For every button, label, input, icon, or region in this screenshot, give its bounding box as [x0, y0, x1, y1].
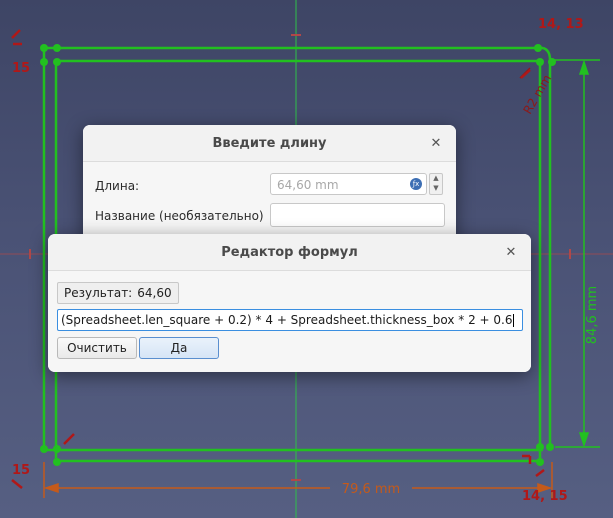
- formula-text: (Spreadsheet.len_square + 0.2) * 4 + Spr…: [61, 313, 513, 327]
- close-icon[interactable]: ✕: [426, 133, 446, 153]
- corner-arc[interactable]: [542, 46, 552, 61]
- result-label: Результат:: [64, 286, 133, 300]
- formula-editor-dialog: Редактор формул ✕ Результат: 64,60 (Spre…: [48, 234, 531, 372]
- dimension-bottom-label[interactable]: 79,6 mm: [342, 482, 400, 497]
- length-label: Длина:: [95, 179, 140, 193]
- formula-dialog-title: Редактор формул: [221, 244, 358, 260]
- result-display: Результат: 64,60: [57, 282, 179, 304]
- ok-button[interactable]: Да: [139, 337, 219, 359]
- constraint-label-top-left[interactable]: 15: [12, 61, 30, 76]
- formula-dialog-body: Результат: 64,60 (Spreadsheet.len_square…: [48, 271, 531, 372]
- formula-input[interactable]: (Spreadsheet.len_square + 0.2) * 4 + Spr…: [57, 309, 523, 331]
- name-label: Название (необязательно): [95, 209, 264, 223]
- result-value: 64,60: [137, 286, 172, 300]
- constraint-label-bottom-right[interactable]: 14, 15: [522, 489, 568, 504]
- constraint-icon-top-left[interactable]: [11, 29, 22, 46]
- formula-dialog-titlebar[interactable]: Редактор формул ✕: [48, 234, 531, 271]
- dimension-right-label[interactable]: 84,6 mm: [585, 286, 600, 344]
- clear-button[interactable]: Очистить: [57, 337, 137, 359]
- length-input[interactable]: 64,60 mm ƒx: [270, 173, 427, 195]
- length-input-value: 64,60 mm: [277, 178, 339, 192]
- length-dialog-titlebar[interactable]: Введите длину ✕: [83, 125, 456, 162]
- name-input[interactable]: [270, 203, 445, 227]
- text-caret: [512, 314, 514, 327]
- spin-up-icon[interactable]: ▲: [430, 174, 442, 184]
- close-icon[interactable]: ✕: [501, 242, 521, 262]
- constraint-icon-top-right[interactable]: [520, 69, 531, 79]
- expression-icon[interactable]: ƒx: [410, 178, 422, 190]
- constraint-label-bottom-left[interactable]: 15: [12, 463, 30, 478]
- constraint-label-top-right[interactable]: 14, 13: [538, 17, 584, 32]
- spin-down-icon[interactable]: ▼: [430, 184, 442, 194]
- length-dialog-title: Введите длину: [212, 135, 327, 151]
- length-spinner[interactable]: ▲ ▼: [429, 173, 443, 195]
